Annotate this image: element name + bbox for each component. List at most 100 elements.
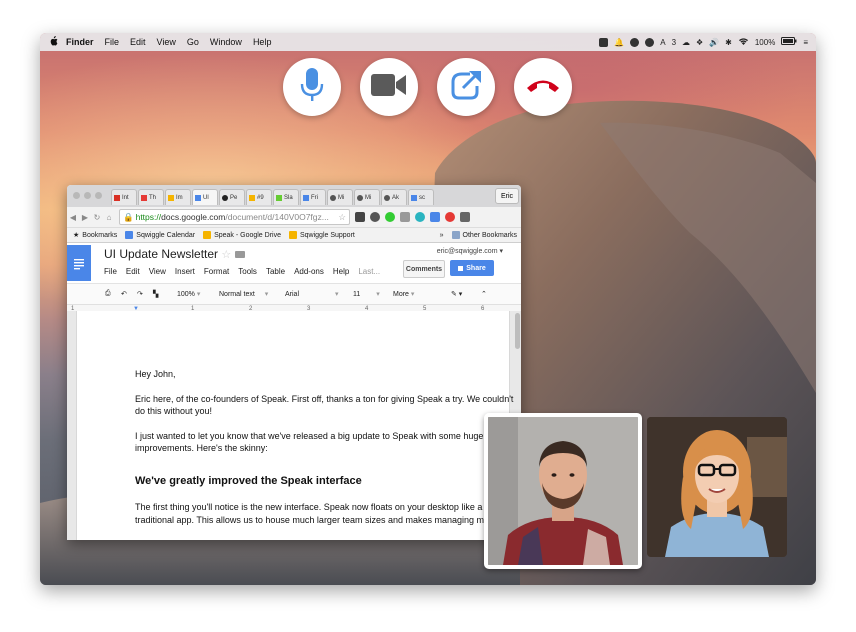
scrollbar[interactable] <box>515 313 520 349</box>
video-feed-participant-2[interactable] <box>647 417 787 557</box>
menu-file[interactable]: File <box>105 37 120 47</box>
docs-menu-help[interactable]: Help <box>333 267 349 276</box>
battery-percent: 100% <box>754 37 776 47</box>
account-email[interactable]: eric@sqwiggle.com ▾ <box>437 247 503 255</box>
comments-button[interactable]: Comments <box>403 260 445 278</box>
style-select[interactable]: Normal text ▾ <box>219 290 268 298</box>
list-icon[interactable]: ≡ <box>803 38 808 47</box>
docs-menu-addons[interactable]: Add-ons <box>294 267 324 276</box>
browser-tab[interactable]: Mi <box>354 189 380 205</box>
bookmark-item[interactable]: Speak - Google Drive <box>203 231 281 239</box>
battery-icon[interactable] <box>781 37 797 47</box>
docs-menu-tools[interactable]: Tools <box>238 267 257 276</box>
browser-tab[interactable]: Fri <box>300 189 326 205</box>
more-button[interactable]: More ▾ <box>393 290 414 298</box>
last-edit-link[interactable]: Last... <box>358 267 380 276</box>
zoom-select[interactable]: 100% ▾ <box>177 290 200 298</box>
volume-icon[interactable]: 🔊 <box>709 38 719 47</box>
apple-icon[interactable] <box>40 35 66 49</box>
reload-icon[interactable]: ↻ <box>91 213 103 222</box>
pencil-icon[interactable]: ✎ ▾ <box>451 290 462 298</box>
hang-up-button[interactable] <box>514 58 572 116</box>
url-host: docs.google.com <box>161 212 226 222</box>
docs-logo-icon[interactable] <box>67 245 91 281</box>
share-screen-button[interactable] <box>437 58 495 116</box>
menu-edit[interactable]: Edit <box>130 37 146 47</box>
browser-tab[interactable]: sc <box>408 189 434 205</box>
browser-tab[interactable]: Th <box>138 189 164 205</box>
forward-icon[interactable]: ▶ <box>79 213 91 222</box>
person-video-feed <box>488 417 638 565</box>
print-icon[interactable]: ⎙ <box>105 290 111 298</box>
back-icon[interactable]: ◀ <box>67 213 79 222</box>
folder-icon[interactable] <box>234 251 245 258</box>
browser-tab[interactable]: Int <box>111 189 137 205</box>
browser-tab[interactable]: Sla <box>273 189 299 205</box>
star-icon[interactable]: ☆ <box>221 249 231 261</box>
menu-go[interactable]: Go <box>187 37 199 47</box>
browser-tab[interactable]: Im <box>165 189 191 205</box>
home-icon[interactable]: ⌂ <box>103 213 115 222</box>
bookmarks-overflow-button[interactable]: » <box>440 232 444 239</box>
wifi-icon[interactable] <box>738 37 749 47</box>
bookmark-item[interactable]: Sqwiggle Support <box>288 231 355 239</box>
other-bookmarks[interactable]: Other Bookmarks <box>451 231 517 239</box>
adobe-icon[interactable]: A <box>660 38 665 47</box>
cast-icon[interactable] <box>400 212 410 222</box>
video-feed-participant-1[interactable] <box>484 413 642 569</box>
paint-format-icon[interactable]: ▚ <box>153 290 158 298</box>
document-body[interactable]: Hey John, Eric here, of the co-founders … <box>135 368 515 538</box>
minimize-window-button[interactable] <box>84 192 91 199</box>
menu-help[interactable]: Help <box>253 37 272 47</box>
microphone-button[interactable] <box>283 58 341 116</box>
docs-menu-format[interactable]: Format <box>204 267 229 276</box>
browser-tab[interactable]: Mi <box>327 189 353 205</box>
extension-icon[interactable] <box>370 212 380 222</box>
undo-icon[interactable]: ↶ <box>121 290 127 298</box>
dropbox-icon[interactable]: ❖ <box>696 38 703 47</box>
bookmark-item[interactable]: ★ Bookmarks <box>73 231 117 240</box>
docs-menu-table[interactable]: Table <box>266 267 285 276</box>
font-select[interactable]: Arial ▾ <box>285 290 338 298</box>
extension-icon[interactable] <box>430 212 440 222</box>
notification-icon[interactable]: 🔔 <box>614 38 624 47</box>
cloud-icon[interactable]: ☁ <box>682 38 690 47</box>
bluetooth-icon[interactable]: ✱ <box>725 38 732 47</box>
menu-view[interactable]: View <box>157 37 176 47</box>
status-app-icon[interactable] <box>599 37 609 47</box>
docs-menu-view[interactable]: View <box>149 267 166 276</box>
zoom-window-button[interactable] <box>95 192 102 199</box>
browser-tab-active[interactable]: Ul <box>192 189 218 205</box>
menu-icon[interactable] <box>460 212 470 222</box>
menu-window[interactable]: Window <box>210 37 242 47</box>
extension-icon[interactable] <box>355 212 365 222</box>
docs-menu-insert[interactable]: Insert <box>175 267 195 276</box>
docs-menu-edit[interactable]: Edit <box>126 267 140 276</box>
microphone-icon <box>300 67 324 107</box>
redo-icon[interactable]: ↷ <box>137 290 143 298</box>
share-button[interactable]: Share <box>450 260 494 276</box>
document-title[interactable]: UI Update Newsletter ☆ <box>104 247 245 261</box>
close-window-button[interactable] <box>73 192 80 199</box>
hangouts-icon[interactable] <box>630 37 640 47</box>
extensions <box>355 212 470 222</box>
extension-icon[interactable] <box>415 212 425 222</box>
address-bar[interactable]: 🔒 https://docs.google.com/document/d/140… <box>119 209 350 225</box>
document-page[interactable]: Hey John, Eric here, of the co-founders … <box>76 311 513 540</box>
extension-icon[interactable] <box>385 212 395 222</box>
window-controls <box>73 192 102 199</box>
browser-tab[interactable]: #9 <box>246 189 272 205</box>
browser-tab[interactable]: Pe <box>219 189 245 205</box>
browser-tab[interactable]: Ak <box>381 189 407 205</box>
collapse-icon[interactable]: ⌃ <box>481 290 487 298</box>
star-bookmark-icon[interactable]: ☆ <box>338 212 346 223</box>
opera-icon[interactable] <box>445 212 455 222</box>
menu-finder[interactable]: Finder <box>66 37 94 47</box>
badge-icon[interactable] <box>645 37 655 47</box>
profile-button[interactable]: Eric <box>495 188 519 204</box>
docs-menu-file[interactable]: File <box>104 267 117 276</box>
calendar-icon <box>125 231 134 239</box>
bookmark-item[interactable]: Sqwiggle Calendar <box>125 231 195 239</box>
font-size-select[interactable]: 11 ▾ <box>353 290 380 298</box>
camera-button[interactable] <box>360 58 418 116</box>
